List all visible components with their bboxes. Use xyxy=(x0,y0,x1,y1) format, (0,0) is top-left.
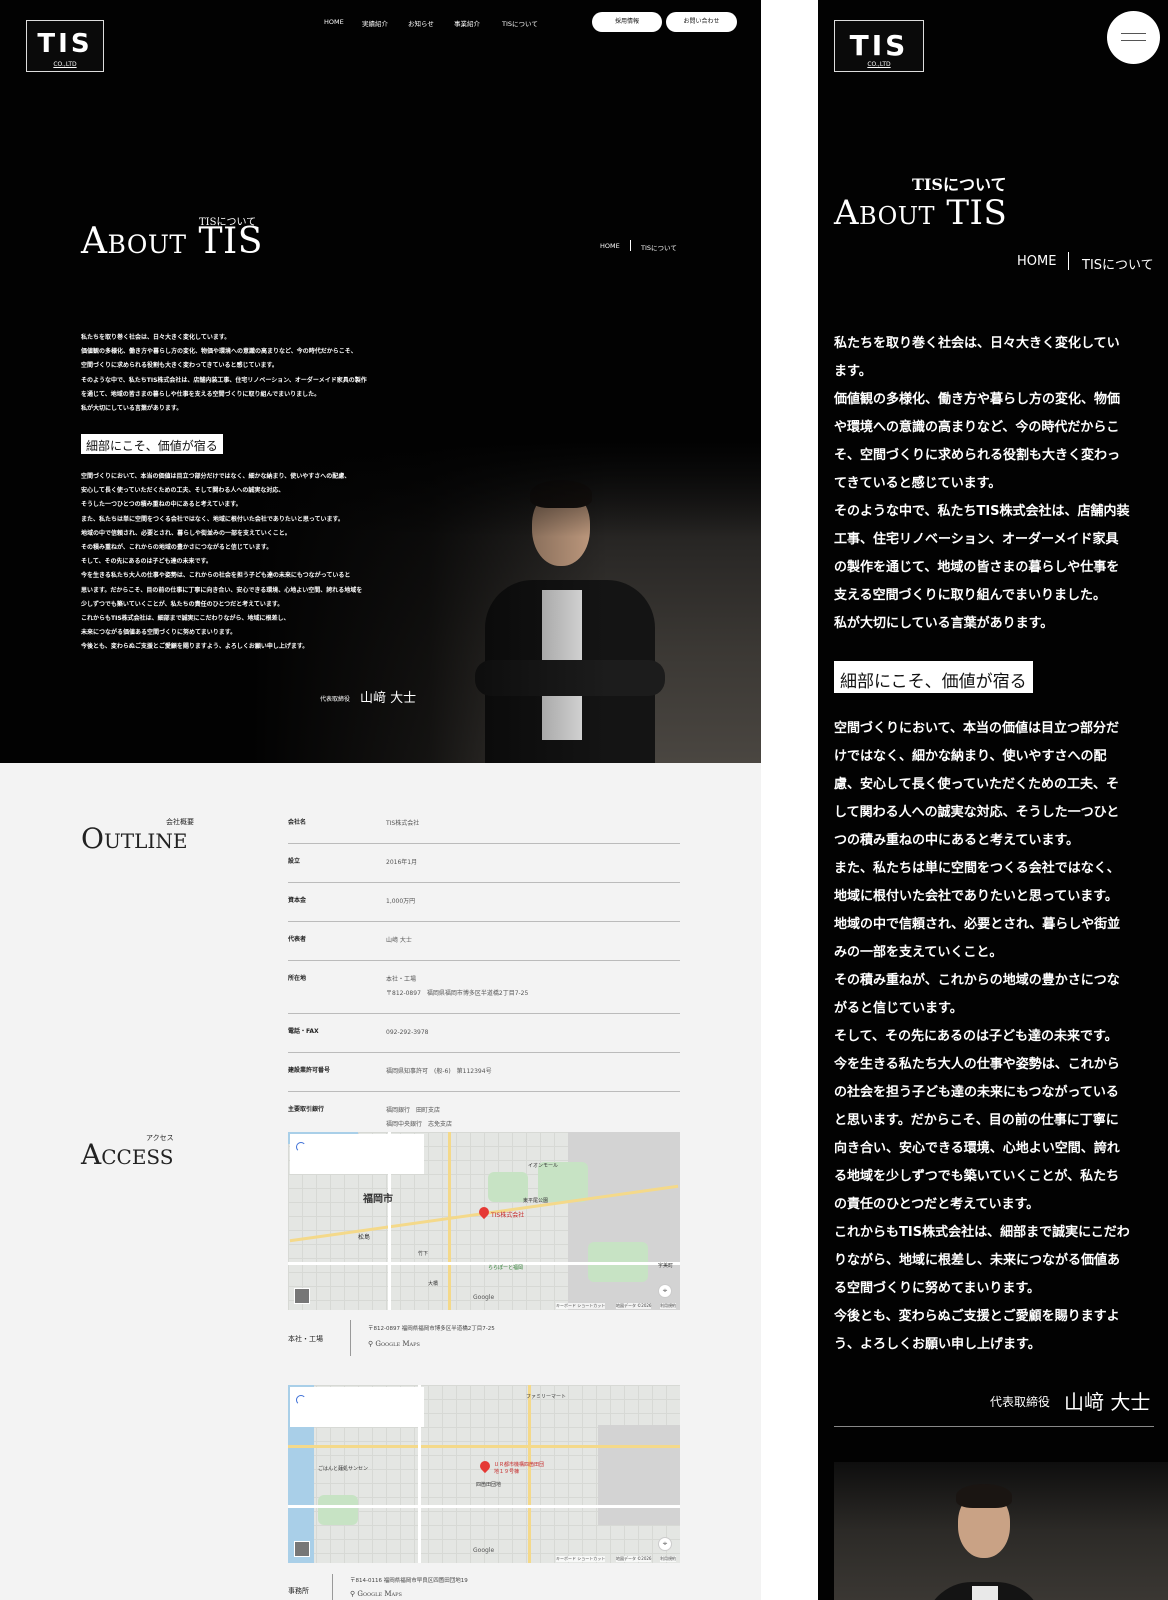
table-row: 資本金 1,000万円 xyxy=(288,883,680,922)
logo[interactable]: TIS CO.,LTD xyxy=(834,20,924,72)
map-fullscreen-icon[interactable]: ⌖ xyxy=(658,1284,672,1298)
page-title: About TIS xyxy=(834,193,1008,233)
breadcrumb-current: TISについて xyxy=(1082,258,1154,273)
address-head-office: 〒812-0897 福岡県福岡市博多区半道橋2丁目7-25 xyxy=(368,1326,495,1332)
message-heading: 細部にこそ、価値が宿る xyxy=(834,661,1033,693)
page-title-jp: TISについて xyxy=(912,175,1007,194)
logo-subtext: CO.,LTD xyxy=(53,61,77,68)
signature-role: 代表取締役 xyxy=(320,696,351,703)
table-row: 代表者 山﨑 大士 xyxy=(288,922,680,961)
nav-about[interactable]: TISについて xyxy=(502,18,538,28)
outline-title: Outline xyxy=(81,822,188,855)
logo-text: TIS xyxy=(37,29,93,59)
address-office: 〒814-0116 福岡県福岡市早良区四箇田団地19 xyxy=(350,1578,468,1584)
logo-text: TIS xyxy=(849,29,909,62)
nav-business[interactable]: 事業紹介 xyxy=(454,18,480,28)
message-body: 空間づくりにおいて、本当の価値は目立つ部分だけではなく、細かな納まり、使いやすさ… xyxy=(81,473,363,651)
signature-name: 山﨑 大士 xyxy=(360,691,417,706)
intro-paragraph: 私たちを取り巻く社会は、日々大きく変化してい ます。 価値観の多様化、働き方や暮… xyxy=(834,336,1130,631)
breadcrumb-separator xyxy=(630,240,631,251)
mobile-view: TIS CO.,LTD TISについて About TIS HOME TISにつ… xyxy=(818,0,1168,1600)
signature-role: 代表取締役 xyxy=(990,1395,1051,1409)
message-heading: 細部にこそ、価値が宿る xyxy=(81,434,223,454)
hamburger-icon[interactable] xyxy=(1107,11,1160,64)
hero-section: TIS CO.,LTD HOME 実績紹介 お知らせ 事業紹介 TISについて … xyxy=(0,0,761,763)
google-maps-link-head-office[interactable]: ⚲ Google Maps xyxy=(368,1340,420,1348)
map-fullscreen-icon[interactable]: ⌖ xyxy=(658,1537,672,1551)
table-row: 所在地 本社・工場 〒812-0897 福岡県福岡市博多区半道橋2丁目7-25 xyxy=(288,961,680,1014)
signature-name: 山﨑 大士 xyxy=(1064,1390,1151,1414)
recruit-button[interactable]: 採用情報 xyxy=(592,12,662,32)
table-row: 会社名 TIS株式会社 xyxy=(288,807,680,844)
map-type-toggle[interactable] xyxy=(294,1288,310,1304)
president-photo xyxy=(834,1462,1168,1600)
divider xyxy=(834,1426,1154,1427)
logo[interactable]: TIS CO.,LTD xyxy=(26,20,104,72)
desktop-view: TIS CO.,LTD HOME 実績紹介 お知らせ 事業紹介 TISについて … xyxy=(0,0,761,1600)
table-row: 電話・FAX 092-292-3978 xyxy=(288,1014,680,1053)
map-office[interactable]: ＵＲ都市機構四箇田団地１９号棟 四箇田団地 ファミリーマート ごはんと麺処サンセ… xyxy=(288,1385,680,1563)
nav-home[interactable]: HOME xyxy=(324,18,344,26)
access-title: Access xyxy=(81,1138,174,1171)
page-title: About TIS xyxy=(81,221,263,262)
map-head-office[interactable]: 福岡市 TIS株式会社 イオンモール 東平尾公園 松島 竹下 大橋 ららぽーと福… xyxy=(288,1132,680,1310)
table-row: 設立 2016年1月 xyxy=(288,844,680,883)
intro-paragraph: 私たちを取り巻く社会は、日々大きく変化しています。 価値観の多様化、働き方や暮ら… xyxy=(81,334,367,413)
message-body: 空間づくりにおいて、本当の価値は目立つ部分だ けではなく、細かな納まり、使いやす… xyxy=(834,721,1130,1352)
location-label-head-office: 本社・工場 xyxy=(288,1335,323,1343)
person-hair xyxy=(956,1484,1012,1508)
map-type-toggle[interactable] xyxy=(294,1541,310,1557)
logo-subtext: CO.,LTD xyxy=(867,61,891,68)
breadcrumb-home[interactable]: HOME xyxy=(600,242,620,250)
location-label-office: 事務所 xyxy=(288,1587,309,1595)
breadcrumb-current: TISについて xyxy=(641,244,677,252)
breadcrumb-separator xyxy=(1068,252,1069,270)
nav-news[interactable]: お知らせ xyxy=(408,18,434,28)
contact-button[interactable]: お問い合わせ xyxy=(666,12,737,32)
company-outline-table: 会社名 TIS株式会社 設立 2016年1月 資本金 1,000万円 代表者 山… xyxy=(288,807,680,1145)
nav-works[interactable]: 実績紹介 xyxy=(362,18,388,28)
google-maps-link-office[interactable]: ⚲ Google Maps xyxy=(350,1590,402,1598)
table-row: 建設業許可番号 福岡県知事許可 (般-6) 第112394号 xyxy=(288,1053,680,1092)
breadcrumb-home[interactable]: HOME xyxy=(1017,254,1056,269)
